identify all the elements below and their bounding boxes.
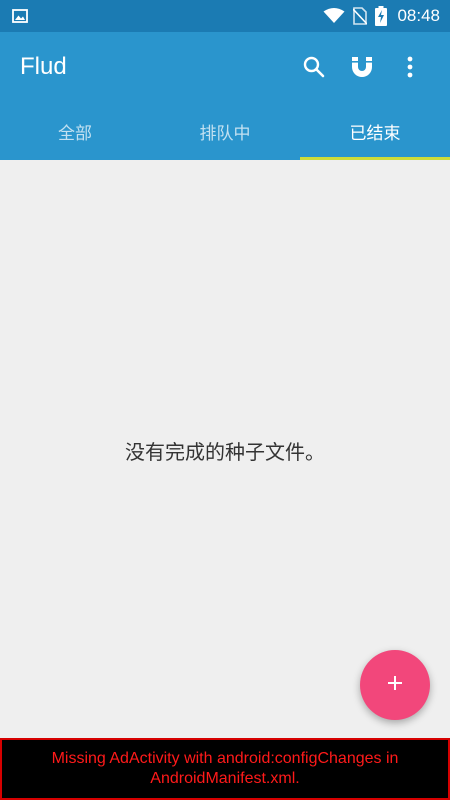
add-torrent-button[interactable]	[360, 650, 430, 720]
search-button[interactable]	[290, 43, 338, 91]
wifi-icon	[323, 8, 345, 24]
status-bar: 08:48	[0, 0, 450, 32]
error-line-1: Missing AdActivity with android:configCh…	[51, 750, 399, 767]
tab-finished[interactable]: 已结束	[300, 102, 450, 160]
app-bar: Flud	[0, 32, 450, 102]
battery-charging-icon	[375, 6, 388, 26]
magnet-button[interactable]	[338, 43, 386, 91]
more-options-button[interactable]	[386, 43, 434, 91]
status-time: 08:48	[397, 6, 440, 25]
tab-all[interactable]: 全部	[0, 102, 150, 160]
tab-bar: 全部 排队中 已结束	[0, 102, 450, 160]
error-line-2: AndroidManifest.xml.	[150, 770, 300, 787]
app-title: Flud	[20, 53, 67, 80]
more-vert-icon	[407, 56, 413, 78]
no-sim-icon	[353, 7, 368, 25]
magnet-icon	[350, 55, 374, 79]
empty-state-message: 没有完成的种子文件。	[125, 440, 325, 464]
plus-icon	[387, 675, 403, 695]
ad-error-banner: Missing AdActivity with android:configCh…	[0, 738, 450, 800]
tab-queued[interactable]: 排队中	[150, 102, 300, 160]
search-icon	[302, 55, 326, 79]
image-notification-icon	[12, 9, 28, 23]
